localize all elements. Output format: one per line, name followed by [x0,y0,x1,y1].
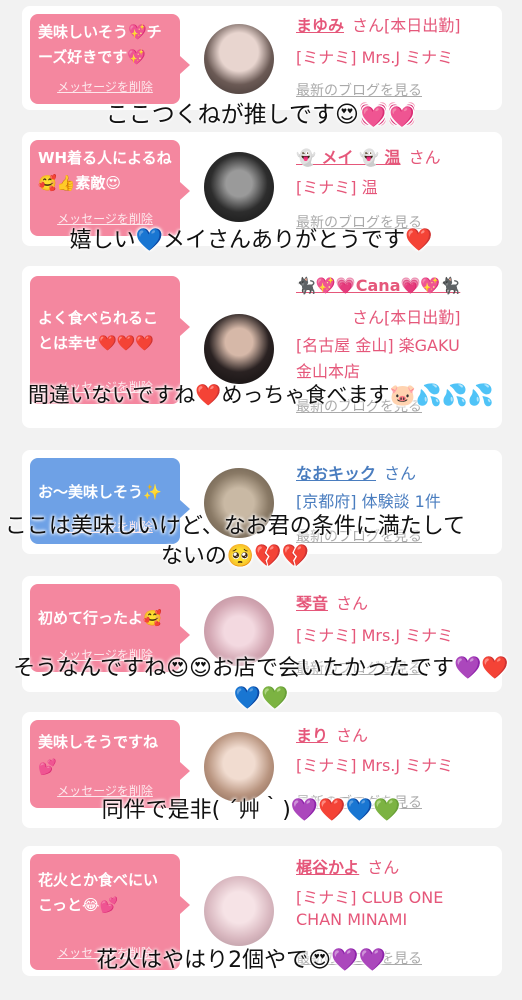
sender-suffix: さん [336,726,369,745]
avatar[interactable] [204,24,274,94]
sender-shop: [ミナミ] CLUB ONE [296,888,444,907]
overlay-caption: 同伴で是非( ´艸｀)💜❤️💙💚 [101,798,401,823]
message-text: 花火とか食べにいこっと😂💕 [38,871,159,914]
message-text: WH着る人によるね🥰👍素敵😍 [38,149,172,192]
overlay-caption: 間違いないですね❤️めっちゃ食べます🐷💦💦💦 [27,383,495,407]
overlay-caption: ここつくねが推しです😍💓💓 [105,102,417,128]
sender-suffix: さん [367,858,400,877]
sender-name-link[interactable]: まゆみ [296,16,344,35]
avatar[interactable] [204,314,274,384]
sender-suffix: さん[本日出勤] [352,308,461,327]
sender-shop: [ミナミ] Mrs.J ミナミ [296,756,454,775]
message-card: 美味しいそう💖チーズ好きです💖 メッセージを削除 まゆみ さん[本日出勤] [ミナ… [22,6,502,110]
message-text: よく食べられることは幸せ❤️❤️❤️ [38,309,159,352]
message-text: お〜美味しそう✨ [38,483,162,501]
sender-shop-line2: CHAN MINAMI [296,910,408,929]
overlay-caption: そうなんですね😍😍お店で会いたかったです💜❤️💙💚 [13,656,509,711]
sender-name-link[interactable]: 梶谷かよ [296,858,359,877]
message-text: 美味しいそう💖チーズ好きです💖 [38,23,162,66]
sender-suffix: さん [384,464,417,483]
avatar[interactable] [204,152,274,222]
overlay-caption: 嬉しい💙メイさんありがとうです❤️ [69,228,433,253]
sender-name-link[interactable]: まり [296,726,328,745]
sender-shop: [ミナミ] Mrs.J ミナミ [296,626,454,645]
sender-name-link[interactable]: なおキック [296,464,376,483]
avatar[interactable] [204,876,274,946]
message-bubble: 美味しそうですね💕 メッセージを削除 [30,720,190,808]
sender-shop-line2: 金山本店 [296,362,361,381]
sender-suffix: さん [408,148,441,167]
latest-blog-link[interactable]: 最新のブログを見る [296,80,422,100]
message-bubble: 美味しいそう💖チーズ好きです💖 メッセージを削除 [30,14,190,104]
sender-shop: [ミナミ] 温 [296,178,378,197]
sender-name-link[interactable]: 👻 メイ 👻 温 [296,148,401,167]
message-text: 初めて行ったよ🥰 [38,609,162,627]
sender-name-link[interactable]: 🐈‍⬛💖💗Cana💗💖🐈‍⬛ [296,276,460,295]
sender-suffix: さん[本日出勤] [352,16,461,35]
delete-message-link[interactable]: メッセージを削除 [30,75,180,100]
message-bubble: WH着る人によるね🥰👍素敵😍 メッセージを削除 [30,140,190,236]
sender-suffix: さん [336,594,369,613]
message-text: 美味しそうですね💕 [38,733,159,776]
overlay-caption: 花火はやはり2個やで😍💜💜 [96,948,386,973]
sender-shop: [名古屋 金山] 楽GAKU [296,336,460,355]
sender-shop: [ミナミ] Mrs.J ミナミ [296,48,454,67]
sender-shop: [京都府] 体験談 1件 [296,492,441,511]
avatar[interactable] [204,732,274,802]
overlay-caption: ここは美味しいけど、なお君の条件に満たしてないの🥺💔💔 [4,514,466,569]
sender-name-link[interactable]: 琴音 [296,594,328,613]
